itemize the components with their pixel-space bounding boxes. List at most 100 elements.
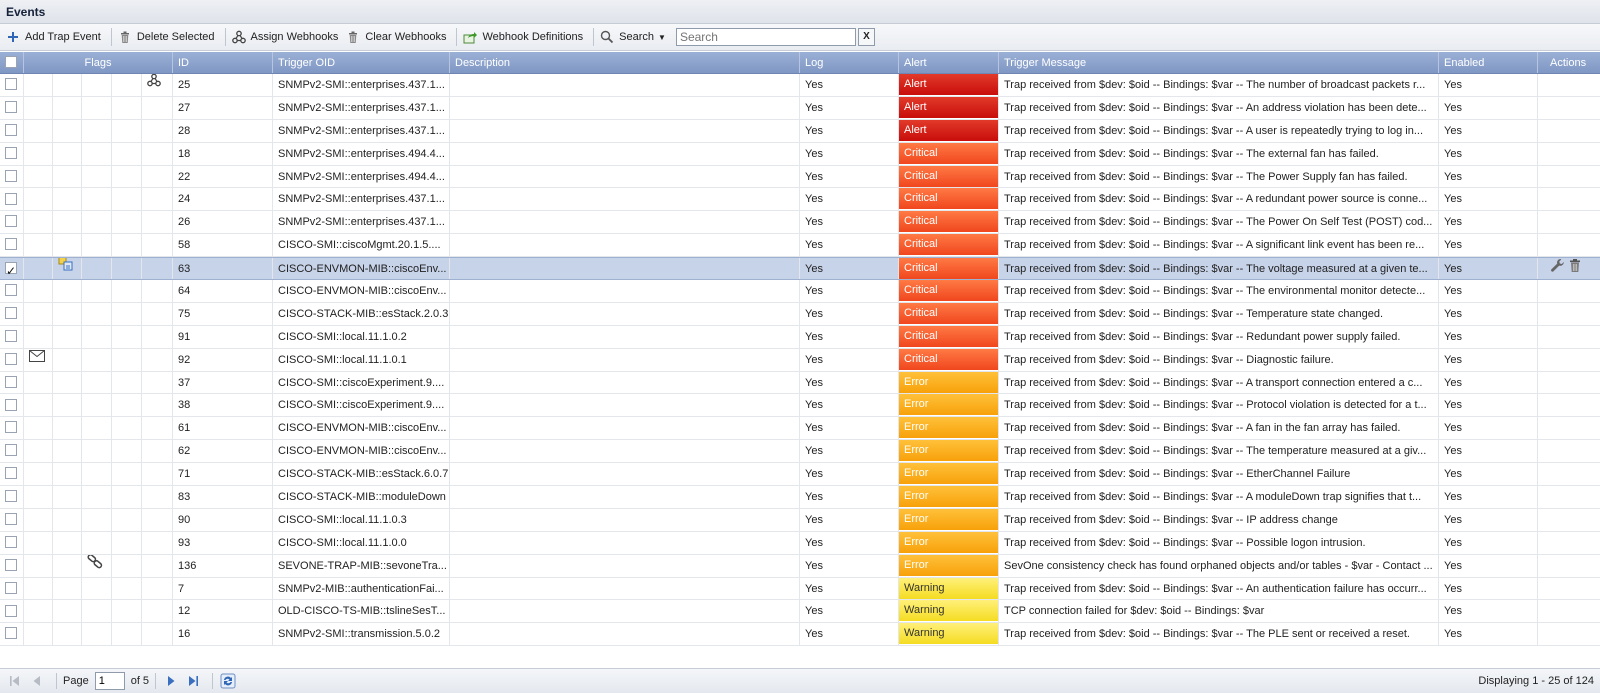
row-checkbox-cell[interactable] [0,142,24,165]
table-row[interactable]: 12 OLD-CISCO-TS-MIB::tslineSesT... Yes Warn… [0,600,1600,624]
select-all-checkbox[interactable] [5,56,17,69]
row-checkbox-cell[interactable] [0,417,24,440]
row-checkbox[interactable] [5,352,17,365]
row-checkbox-cell[interactable] [0,394,24,417]
column-header-log[interactable]: Log [800,52,899,73]
row-checkbox-cell[interactable] [0,554,24,577]
clear-webhooks-button[interactable]: Clear Webhooks [344,26,452,48]
table-row[interactable]: 58 CISCO-SMI::ciscoMgmt.20.1.5.... Yes Crit… [0,234,1600,258]
column-header-trigger-oid[interactable]: Trigger OID [273,52,450,73]
row-checkbox[interactable] [5,100,17,113]
row-checkbox[interactable] [5,627,17,640]
table-row[interactable]: 37 CISCO-SMI::ciscoExperiment.9.... Yes Err… [0,371,1600,395]
table-row[interactable]: 75 CISCO-STACK-MIB::esStack.2.0.3 Yes Criti… [0,302,1600,326]
row-checkbox-cell[interactable] [0,508,24,531]
assign-webhooks-button[interactable]: Assign Webhooks [230,26,345,48]
row-checkbox[interactable] [5,260,17,279]
row-checkbox-cell[interactable] [0,165,24,188]
clear-search-button[interactable]: X [857,28,875,46]
row-checkbox[interactable] [5,123,17,136]
row-checkbox[interactable] [5,215,17,228]
table-row[interactable]: 136 SEVONE-TRAP-MIB::sevoneTra... Yes Error… [0,554,1600,578]
row-checkbox[interactable] [5,238,17,251]
webhook-definitions-button[interactable]: Webhook Definitions [461,26,589,48]
row-checkbox-cell[interactable] [0,623,24,646]
table-row[interactable]: 71 CISCO-STACK-MIB::esStack.6.0.7 Yes Error… [0,463,1600,487]
row-checkbox-cell[interactable] [0,600,24,623]
row-checkbox[interactable] [5,581,17,594]
table-row[interactable]: 7 SNMPv2-MIB::authenticationFai... Yes Warn… [0,577,1600,601]
table-row[interactable]: 16 SNMPv2-SMI::transmission.5.0.2 Yes Warni… [0,623,1600,647]
first-page-button[interactable] [6,672,24,690]
table-row[interactable]: 18 SNMPv2-SMI::enterprises.494.4... Yes Cri… [0,142,1600,166]
row-checkbox-cell[interactable] [0,463,24,486]
row-checkbox[interactable] [5,513,17,526]
column-header-trigger-message[interactable]: Trigger Message [999,52,1439,73]
column-header-id[interactable]: ID [173,52,273,73]
table-row[interactable]: 61 CISCO-ENVMON-MIB::ciscoEnv... Yes Error T… [0,417,1600,441]
column-header-alert[interactable]: Alert [899,52,999,73]
column-header-flags[interactable]: Flags [24,52,173,73]
delete-trash-icon[interactable] [1568,258,1582,279]
table-row[interactable]: 24 SNMPv2-SMI::enterprises.437.1... Yes Cri… [0,188,1600,212]
table-row[interactable]: 22 SNMPv2-SMI::enterprises.494.4... Yes Cri… [0,165,1600,189]
row-checkbox[interactable] [5,192,17,205]
table-row[interactable]: 27 SNMPv2-SMI::enterprises.437.1... Yes Ale… [0,96,1600,120]
row-checkbox[interactable] [5,284,17,297]
row-checkbox-cell[interactable] [0,486,24,508]
table-row[interactable]: 26 SNMPv2-SMI::enterprises.437.1... Yes Cri… [0,211,1600,235]
row-checkbox-cell[interactable] [0,211,24,234]
table-row[interactable]: 28 SNMPv2-SMI::enterprises.437.1... Yes Ale… [0,119,1600,143]
next-page-button[interactable] [162,672,180,690]
row-checkbox[interactable] [5,78,17,91]
row-checkbox-cell[interactable] [0,258,24,280]
row-checkbox-cell[interactable] [0,234,24,257]
column-header-description[interactable]: Description [450,52,800,73]
row-checkbox-cell[interactable] [0,325,24,348]
table-row[interactable]: 90 CISCO-SMI::local.11.1.0.3 Yes Error Trap … [0,508,1600,532]
select-all-checkbox-cell[interactable] [0,52,24,73]
row-checkbox[interactable] [5,398,17,411]
table-row[interactable]: 25 SNMPv2-SMI::enterprises.437.1... Yes Ale… [0,74,1600,97]
add-trap-event-button[interactable]: Add Trap Event [4,26,107,48]
row-checkbox-cell[interactable] [0,531,24,554]
row-checkbox[interactable] [5,604,17,617]
row-checkbox[interactable] [5,421,17,434]
search-input[interactable] [675,28,856,46]
row-checkbox-cell[interactable] [0,280,24,302]
edit-wrench-icon[interactable] [1550,258,1565,279]
prev-page-button[interactable] [28,672,46,690]
table-row[interactable]: 63CISCO-ENVMON-MIB::ciscoEnv...YesCritic… [0,257,1600,281]
table-row[interactable]: 64 CISCO-ENVMON-MIB::ciscoEnv... Yes Critic… [0,280,1600,303]
row-checkbox[interactable] [5,146,17,159]
table-row[interactable]: 62 CISCO-ENVMON-MIB::ciscoEnv... Yes Error T… [0,440,1600,464]
row-checkbox-cell[interactable] [0,577,24,600]
row-checkbox[interactable] [5,169,17,182]
row-checkbox-cell[interactable] [0,96,24,119]
row-checkbox[interactable] [5,307,17,319]
row-checkbox-cell[interactable] [0,348,24,371]
row-checkbox[interactable] [5,558,17,571]
column-header-enabled[interactable]: Enabled [1439,52,1538,73]
row-checkbox[interactable] [5,535,17,548]
table-row[interactable]: 91 CISCO-SMI::local.11.1.0.2 Yes Critical Tr… [0,325,1600,349]
table-row[interactable]: 92 CISCO-SMI::local.11.1.0.1 Yes Critical Tr… [0,348,1600,372]
last-page-button[interactable] [184,672,202,690]
row-checkbox-cell[interactable] [0,74,24,96]
row-checkbox-cell[interactable] [0,440,24,463]
row-checkbox[interactable] [5,444,17,457]
row-checkbox[interactable] [5,329,17,342]
table-row[interactable]: 38 CISCO-SMI::ciscoExperiment.9.... Yes Err… [0,394,1600,418]
table-row[interactable]: 83 CISCO-STACK-MIB::moduleDown Yes Error Tra… [0,486,1600,509]
row-checkbox[interactable] [5,375,17,388]
table-row[interactable]: 93 CISCO-SMI::local.11.1.0.0 Yes Error Trap … [0,531,1600,555]
page-number-input[interactable] [94,672,125,690]
search-dropdown-button[interactable]: Search ▼ [598,26,672,48]
row-checkbox-cell[interactable] [0,302,24,325]
row-checkbox[interactable] [5,490,17,503]
row-checkbox[interactable] [5,467,17,480]
row-checkbox-cell[interactable] [0,371,24,394]
refresh-button[interactable] [219,672,237,690]
delete-selected-button[interactable]: Delete Selected [116,26,221,48]
row-checkbox-cell[interactable] [0,119,24,142]
